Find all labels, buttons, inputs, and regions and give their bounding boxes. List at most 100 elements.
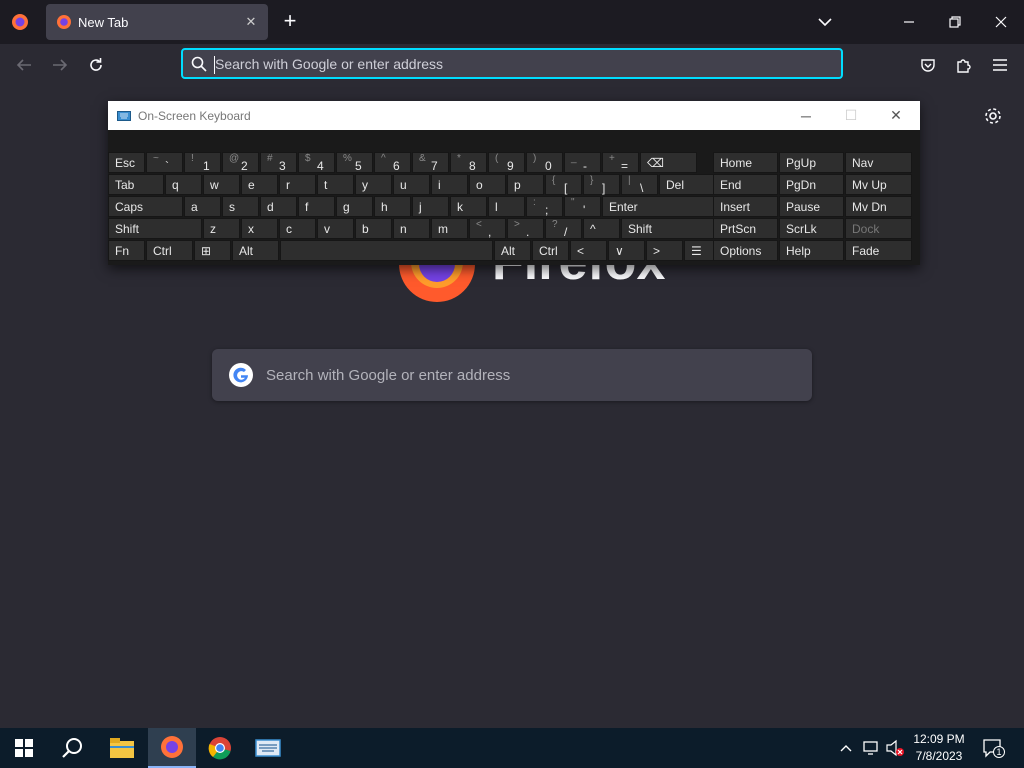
osk-key[interactable]: q [165,174,202,195]
osk-key[interactable]: " ' [564,196,601,217]
list-all-tabs-chevron-icon[interactable] [814,12,836,32]
osk-key[interactable]: Options [713,240,778,261]
osk-key[interactable]: Tab [108,174,164,195]
osk-key[interactable]: PgUp [779,152,844,173]
settings-gear-icon[interactable] [982,105,1004,127]
osk-key[interactable]: y [355,174,392,195]
osk-key[interactable]: Mv Up [845,174,912,195]
osk-key[interactable]: * 8 [450,152,487,173]
address-bar[interactable] [181,48,843,79]
osk-key[interactable]: & 7 [412,152,449,173]
osk-key[interactable]: ∨ [608,240,645,261]
osk-key[interactable]: Ctrl [532,240,569,261]
osk-key[interactable]: b [355,218,392,239]
volume-muted-icon[interactable] [885,739,905,757]
content-search-box[interactable]: Search with Google or enter address [212,349,812,401]
minimize-window-icon[interactable] [894,8,924,36]
osk-key[interactable]: ? / [545,218,582,239]
osk-key[interactable]: o [469,174,506,195]
osk-key[interactable]: z [203,218,240,239]
osk-key[interactable]: u [393,174,430,195]
osk-key[interactable]: (9 [488,152,525,173]
osk-key[interactable]: ⊞ [194,240,231,261]
taskbar-clock[interactable]: 12:09 PM 7/8/2023 [908,731,970,765]
osk-key[interactable]: _ - [564,152,601,173]
osk-key[interactable]: }] [583,174,620,195]
osk-key[interactable]: ) 0 [526,152,563,173]
osk-key[interactable]: PgDn [779,174,844,195]
restore-window-icon[interactable] [940,8,970,36]
osk-key[interactable]: < [570,240,607,261]
osk-key[interactable]: d [260,196,297,217]
chrome-icon[interactable] [196,728,244,768]
osk-key[interactable]: w [203,174,240,195]
osk-key[interactable]: h [374,196,411,217]
osk-key[interactable]: x [241,218,278,239]
network-icon[interactable] [862,739,880,757]
osk-key[interactable]: Nav [845,152,912,173]
reload-icon[interactable] [84,53,108,77]
osk-key[interactable]: <, [469,218,506,239]
osk-key[interactable]: Insert [713,196,778,217]
osk-key[interactable]: Alt [232,240,279,261]
osk-key[interactable]: #3 [260,152,297,173]
osk-key[interactable]: a [184,196,221,217]
osk-key[interactable]: > [646,240,683,261]
osk-key[interactable]: Esc [108,152,145,173]
osk-key[interactable]: % 5 [336,152,373,173]
file-explorer-icon[interactable] [98,728,146,768]
osk-key[interactable]: m [431,218,468,239]
firefox-taskbar-icon[interactable] [148,728,196,768]
osk-key[interactable]: Home [713,152,778,173]
osk-maximize-icon[interactable]: ☐ [828,101,874,130]
back-arrow-icon[interactable] [12,53,36,77]
osk-key[interactable]: c [279,218,316,239]
osk-key[interactable]: Shift [108,218,202,239]
show-hidden-icons-chevron-icon[interactable] [838,740,854,756]
address-input[interactable] [215,55,841,72]
osk-key[interactable]: Alt [494,240,531,261]
osk-title-bar[interactable]: On-Screen Keyboard ─ ☐ ✕ [108,101,920,130]
osk-key[interactable]: :; [526,196,563,217]
osk-key[interactable]: p [507,174,544,195]
notifications-icon[interactable]: 1 [982,738,1005,758]
osk-key[interactable]: | \ [621,174,658,195]
hamburger-menu-icon[interactable] [988,53,1012,77]
osk-key[interactable]: n [393,218,430,239]
search-icon[interactable] [48,728,96,768]
osk-key[interactable]: Mv Dn [845,196,912,217]
tab-new-tab[interactable]: New Tab ✕ [46,4,268,40]
osk-key[interactable]: e [241,174,278,195]
osk-key[interactable]: ~ ` [146,152,183,173]
osk-key[interactable]: End [713,174,778,195]
osk-key[interactable] [280,240,493,261]
osk-key[interactable]: Help [779,240,844,261]
new-tab-button[interactable]: + [278,10,302,34]
osk-key[interactable]: ScrLk [779,218,844,239]
osk-key[interactable]: Shift [621,218,716,239]
osk-key[interactable]: Fade [845,240,912,261]
osk-key[interactable]: >. [507,218,544,239]
osk-key[interactable]: t [317,174,354,195]
osk-key[interactable]: ⌫ [640,152,697,173]
osk-key[interactable]: PrtScn [713,218,778,239]
tab-close-icon[interactable]: ✕ [242,13,260,31]
osk-minimize-icon[interactable]: ─ [783,101,829,130]
osk-close-icon[interactable]: ✕ [873,101,919,130]
osk-key[interactable]: Dock [845,218,912,239]
osk-key[interactable]: @2 [222,152,259,173]
osk-key[interactable]: s [222,196,259,217]
osk-key[interactable]: ^ [583,218,620,239]
osk-key[interactable]: Pause [779,196,844,217]
osk-key[interactable]: v [317,218,354,239]
osk-key[interactable]: $4 [298,152,335,173]
extensions-icon[interactable] [952,53,976,77]
osk-key[interactable]: l [488,196,525,217]
osk-key[interactable]: r [279,174,316,195]
osk-key[interactable]: ! 1 [184,152,221,173]
osk-key[interactable]: Del [659,174,716,195]
osk-key[interactable]: j [412,196,449,217]
on-screen-keyboard-taskbar-icon[interactable] [244,728,292,768]
osk-key[interactable]: i [431,174,468,195]
osk-key[interactable]: f [298,196,335,217]
